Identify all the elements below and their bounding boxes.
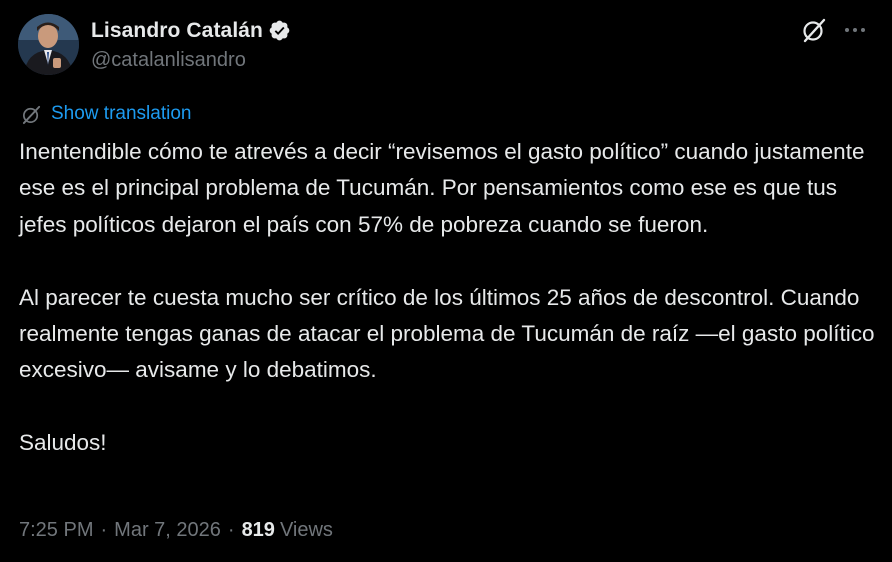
- tweet-text: Inentendible cómo te atrevés a decir “re…: [19, 134, 879, 462]
- tweet-paragraph-1: Inentendible cómo te atrevés a decir “re…: [19, 139, 865, 237]
- more-dots-icon: [845, 28, 865, 32]
- show-translation-link[interactable]: Show translation: [51, 103, 191, 125]
- tweet-paragraph-3: Saludos!: [19, 430, 107, 456]
- views-count[interactable]: 819: [242, 519, 275, 542]
- author-handle[interactable]: @catalanlisandro: [91, 49, 291, 72]
- tweet-header: Lisandro Catalán @catalanlisandro: [18, 14, 874, 76]
- author-names: Lisandro Catalán @catalanlisandro: [91, 17, 291, 72]
- views-label[interactable]: Views: [280, 519, 333, 542]
- grok-slash-icon: [803, 18, 826, 43]
- avatar-photo-icon: [18, 14, 79, 75]
- tweet-paragraph-2: Al parecer te cuesta mucho ser crítico d…: [19, 284, 875, 383]
- tweet-meta: 7:25 PM · Mar 7, 2026 · 819 Views: [19, 519, 333, 542]
- meta-separator: ·: [227, 519, 235, 541]
- verified-badge-icon[interactable]: [268, 19, 291, 42]
- author-display-name[interactable]: Lisandro Catalán: [91, 19, 263, 43]
- more-options-button[interactable]: [842, 22, 868, 38]
- tweet-card: Lisandro Catalán @catalanlisandro Show t…: [0, 0, 892, 562]
- author-avatar[interactable]: [18, 14, 79, 75]
- translate-globe-icon: [22, 105, 41, 124]
- translation-row: Show translation: [21, 102, 191, 126]
- tweet-date[interactable]: Mar 7, 2026: [114, 519, 221, 542]
- grok-button[interactable]: [800, 16, 828, 44]
- tweet-time[interactable]: 7:25 PM: [19, 519, 93, 542]
- meta-separator: ·: [100, 519, 108, 541]
- display-name-row: Lisandro Catalán: [91, 17, 291, 44]
